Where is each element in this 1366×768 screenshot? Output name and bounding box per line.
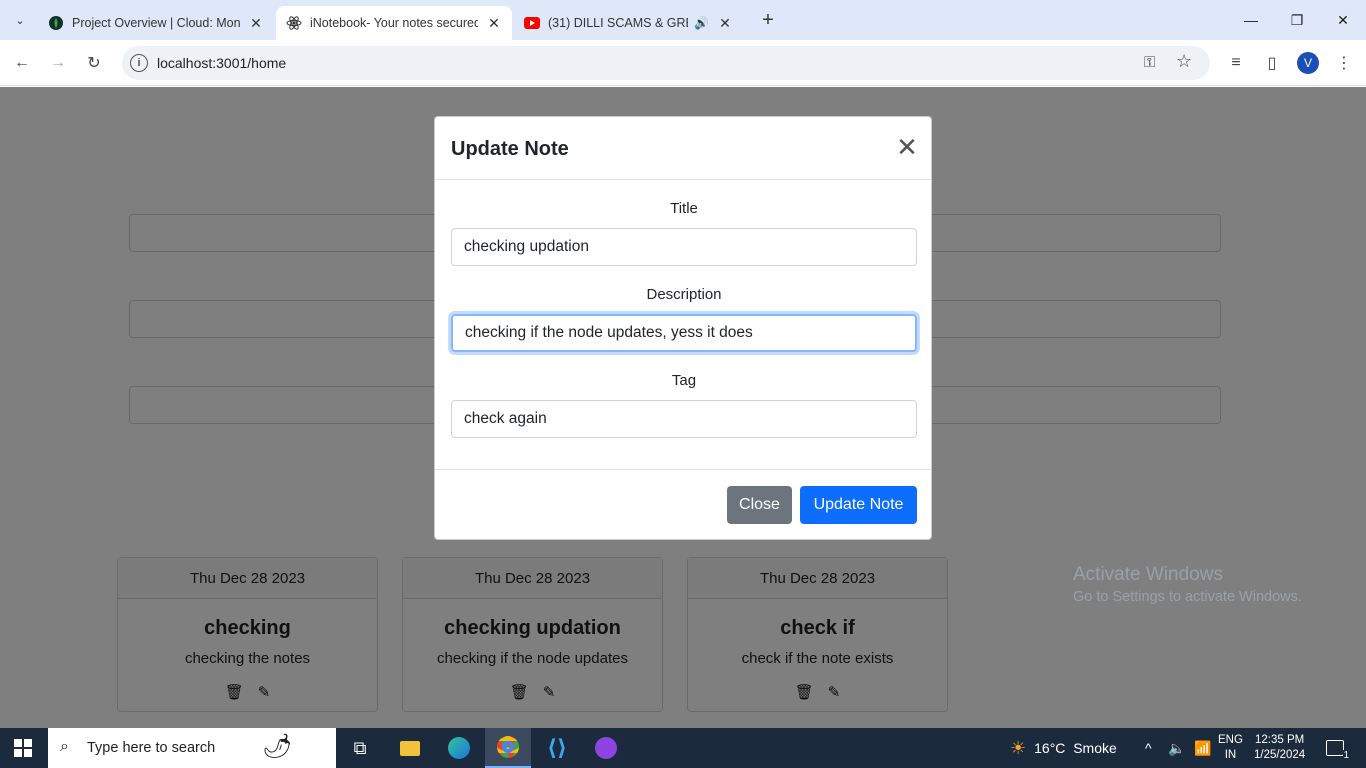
mongodb-leaf-icon: [48, 15, 64, 31]
weather-text: 16°C Smoke: [1034, 740, 1117, 756]
bookmark-star-icon[interactable]: ☆: [1176, 51, 1192, 72]
url-text: localhost:3001/home: [157, 55, 287, 71]
weather-widget[interactable]: ☀ 16°C Smoke: [1010, 728, 1117, 768]
haze-sun-icon: ☀: [1010, 737, 1027, 758]
windows-taskbar: ⌕ Type here to search 🌶 ⧉ ⟨⟩ ☀ 16°C Smok…: [0, 728, 1366, 768]
network-icon[interactable]: 📶: [1194, 728, 1211, 768]
description-input[interactable]: [451, 314, 917, 352]
tab-close-icon[interactable]: ✕: [248, 15, 264, 32]
magnifier-icon: ⌕: [60, 738, 69, 755]
clock-time: 12:35 PM: [1254, 734, 1305, 746]
side-panel-icon[interactable]: ▯: [1259, 50, 1285, 76]
profile-avatar[interactable]: V: [1297, 52, 1319, 74]
search-placeholder: Type here to search: [87, 740, 216, 756]
activate-windows-subtext: Go to Settings to activate Windows.: [1073, 589, 1302, 605]
tab-youtube[interactable]: (31) DILLI SCAMS & GREAT 🔊 ✕: [514, 6, 743, 40]
tab-title: iNotebook- Your notes secured: [310, 16, 478, 30]
update-note-button[interactable]: Update Note: [800, 486, 917, 524]
activate-windows-watermark: Activate Windows: [1073, 564, 1223, 585]
restore-icon[interactable]: ❐: [1274, 0, 1320, 40]
file-explorer-icon[interactable]: [387, 728, 433, 768]
modal-title: Update Note: [451, 138, 569, 160]
description-label: Description: [646, 286, 722, 303]
task-view-icon[interactable]: ⧉: [337, 728, 383, 768]
clock[interactable]: 12:35 PM 1/25/2024: [1254, 728, 1305, 768]
tab-close-icon[interactable]: ✕: [717, 15, 733, 32]
youtube-icon: [524, 15, 540, 31]
modal-header: Update Note ✕: [435, 117, 931, 180]
windows-start-icon[interactable]: [14, 739, 32, 757]
password-key-icon[interactable]: ⚿: [1144, 54, 1155, 71]
reload-icon[interactable]: ↻: [81, 50, 107, 76]
lang-bottom: IN: [1224, 749, 1237, 761]
react-icon: [286, 15, 302, 31]
tab-title: (31) DILLI SCAMS & GREAT: [548, 16, 688, 30]
clock-date: 1/25/2024: [1254, 749, 1306, 761]
title-label: Title: [670, 200, 698, 217]
title-input[interactable]: [451, 228, 917, 266]
menu-kebab-icon[interactable]: ⋮: [1331, 50, 1357, 76]
show-hidden-icons[interactable]: ^: [1145, 728, 1152, 768]
chili-pepper-icon: 🌶: [262, 733, 293, 760]
update-note-modal: Update Note ✕ Title Description Tag Clos…: [434, 116, 932, 540]
tab-mongodb[interactable]: Project Overview | Cloud: Mong ✕: [38, 6, 274, 40]
new-tab-plus-icon[interactable]: +: [756, 8, 780, 32]
modal-footer: Close Update Note: [435, 469, 931, 541]
forward-icon[interactable]: →: [45, 50, 71, 76]
input-language[interactable]: ENG IN: [1218, 728, 1243, 768]
tag-label: Tag: [671, 372, 697, 389]
edge-icon[interactable]: [436, 728, 482, 768]
tab-inotebook[interactable]: iNotebook- Your notes secured ✕: [276, 6, 512, 40]
lang-top: ENG: [1218, 734, 1243, 746]
browser-tabstrip: ⌄ Project Overview | Cloud: Mong ✕ iNote…: [0, 0, 1366, 40]
address-bar[interactable]: i localhost:3001/home ⚿ ☆: [122, 46, 1210, 80]
site-info-icon[interactable]: i: [130, 54, 148, 72]
tab-search-chevron-icon[interactable]: ⌄: [6, 7, 34, 33]
window-close-icon[interactable]: ✕: [1320, 0, 1366, 40]
close-button[interactable]: Close: [727, 486, 792, 524]
close-icon[interactable]: ✕: [893, 132, 921, 162]
github-desktop-icon[interactable]: [583, 728, 629, 768]
chrome-icon[interactable]: [485, 728, 531, 768]
back-icon[interactable]: ←: [9, 50, 35, 76]
tag-input[interactable]: [451, 400, 917, 438]
media-queue-icon[interactable]: ≡: [1223, 50, 1249, 76]
volume-icon[interactable]: 🔈: [1168, 728, 1185, 768]
taskbar-search-box[interactable]: ⌕ Type here to search 🌶: [48, 728, 336, 768]
tab-close-icon[interactable]: ✕: [486, 15, 502, 32]
notification-center-icon[interactable]: 1: [1326, 728, 1349, 768]
tab-title: Project Overview | Cloud: Mong: [72, 16, 240, 30]
vscode-icon[interactable]: ⟨⟩: [534, 728, 580, 768]
notification-count: 1: [1343, 750, 1349, 761]
browser-toolbar: ← → ↻ i localhost:3001/home ⚿ ☆ ≡ ▯ V ⋮: [0, 40, 1366, 86]
speaker-icon[interactable]: 🔊: [694, 16, 709, 30]
minimize-icon[interactable]: —: [1228, 0, 1274, 40]
